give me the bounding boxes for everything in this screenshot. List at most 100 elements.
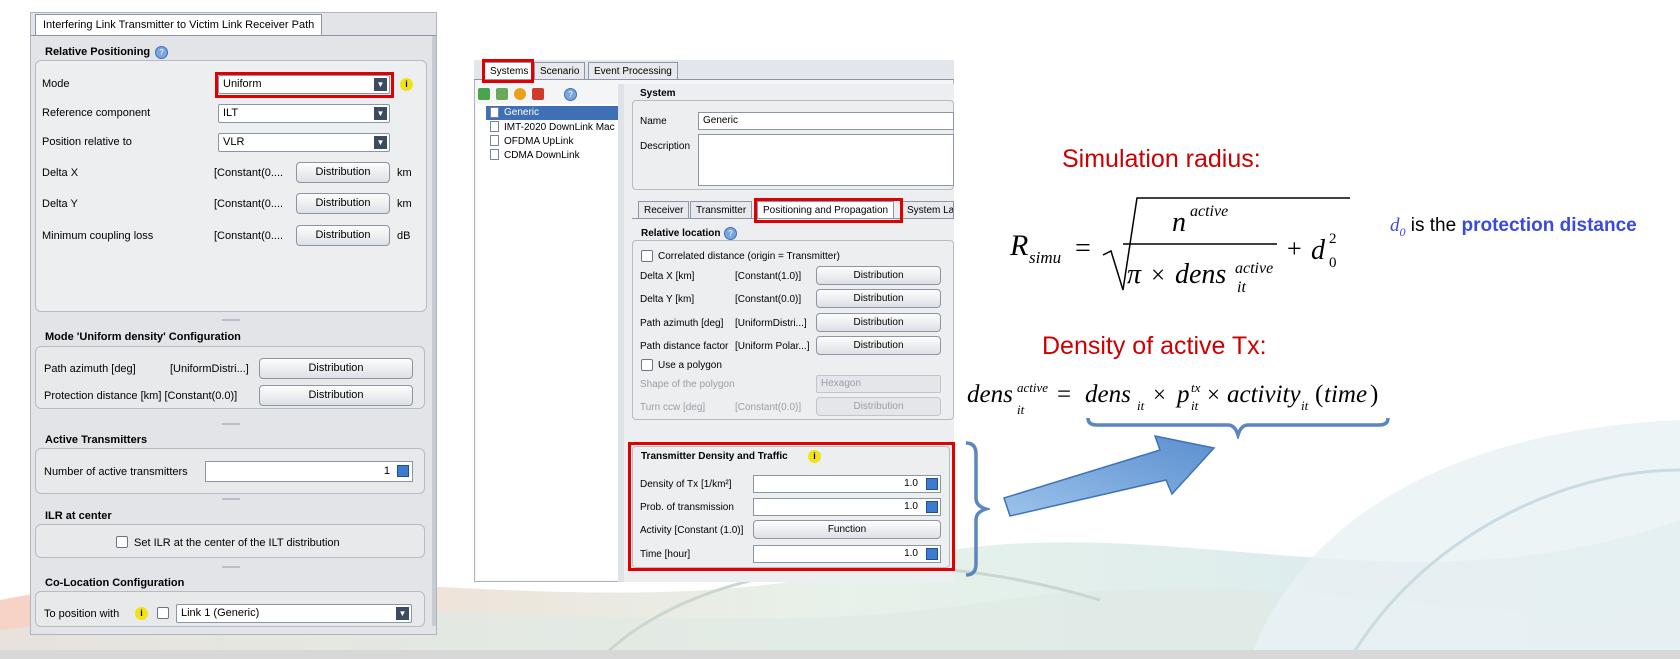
link-select[interactable]: Link 1 (Generic) ▼ — [176, 604, 412, 623]
arrow-icon — [1003, 435, 1216, 517]
tab-scenario[interactable]: Scenario — [534, 62, 586, 80]
tab-transmitter[interactable]: Transmitter — [690, 201, 753, 219]
correlated-distance-checkbox[interactable] — [641, 250, 653, 262]
path-distance-value: [Uniform Polar...] — [735, 341, 810, 352]
shape-polygon-select[interactable]: Hexagon — [816, 375, 941, 393]
tree-item[interactable]: IMT-2020 DownLink Mac — [504, 122, 615, 133]
svg-text:it: it — [1017, 402, 1025, 417]
ilr-at-center-title: ILR at center — [45, 510, 112, 522]
d0-text: is the — [1405, 215, 1462, 236]
delta-y-distribution-button[interactable]: Distribution — [816, 289, 941, 308]
protection-distance-label: Protection distance [km] [Constant(0.0)] — [44, 390, 238, 402]
delta-x-distribution-button[interactable]: Distribution — [816, 266, 941, 285]
splitter[interactable] — [222, 319, 240, 321]
d0-symbol: d0 — [1390, 215, 1406, 239]
add-system-icon[interactable] — [478, 88, 490, 100]
scrollbar[interactable] — [432, 36, 436, 626]
splitter[interactable] — [222, 498, 240, 500]
position-relative-select[interactable]: VLR ▼ — [218, 133, 390, 152]
help-icon[interactable]: ? — [724, 227, 737, 240]
to-position-checkbox[interactable] — [157, 607, 169, 619]
svg-text:it: it — [1137, 398, 1145, 413]
reference-component-select[interactable]: ILT ▼ — [218, 104, 390, 123]
name-input[interactable]: Generic — [698, 112, 954, 130]
help-icon[interactable]: ? — [564, 88, 577, 101]
svg-text:×: × — [1153, 382, 1166, 407]
tab-ilt-vlr-path[interactable]: Interfering Link Transmitter to Victim L… — [35, 14, 323, 36]
delta-x-value: [Constant(0.... — [214, 167, 284, 179]
delta-x-value: [Constant(1.0)] — [735, 271, 802, 282]
ilr-center-checkbox[interactable] — [116, 536, 128, 548]
chevron-down-icon: ▼ — [396, 607, 409, 620]
reference-component-label: Reference component — [42, 107, 151, 119]
d0-bold: protection distance — [1461, 215, 1637, 236]
svg-text:2: 2 — [1329, 231, 1337, 247]
description-label: Description — [640, 141, 691, 152]
svg-text:active: active — [1190, 203, 1228, 220]
to-position-with-label: To position with — [44, 608, 120, 620]
svg-text:it: it — [1301, 398, 1309, 413]
tab-event-processing[interactable]: Event Processing — [588, 62, 678, 80]
svg-text:d: d — [1311, 235, 1326, 266]
svg-text:R: R — [1009, 229, 1028, 262]
svg-text:tx: tx — [1191, 380, 1201, 395]
tab-receiver[interactable]: Receiver — [638, 201, 690, 219]
co-location-title: Co-Location Configuration — [45, 577, 185, 589]
ilr-center-label: Set ILR at the center of the ILT distrib… — [134, 537, 340, 549]
delete-icon[interactable] — [532, 88, 544, 100]
tree-item[interactable]: CDMA DownLink — [504, 150, 580, 161]
svg-text:p: p — [1175, 381, 1190, 408]
path-azimuth-distribution-button[interactable]: Distribution — [816, 313, 941, 332]
active-transmitters-title: Active Transmitters — [45, 434, 148, 446]
splitter[interactable] — [222, 423, 240, 425]
path-azimuth-value: [UniformDistri...] — [170, 363, 249, 375]
info-icon[interactable]: i — [400, 78, 413, 91]
svg-text:+: + — [1287, 234, 1302, 263]
svg-text:dens: dens — [1085, 381, 1131, 408]
svg-text:=: = — [1057, 381, 1071, 408]
svg-text:active: active — [1235, 260, 1273, 277]
path-distance-distribution-button[interactable]: Distribution — [816, 336, 941, 355]
svg-text:0: 0 — [1329, 255, 1337, 271]
min-coupling-loss-value: [Constant(0.... — [214, 230, 284, 242]
delta-x-distribution-button[interactable]: Distribution — [296, 162, 390, 183]
svg-text:time: time — [1324, 381, 1367, 408]
delta-y-distribution-button[interactable]: Distribution — [296, 193, 390, 214]
positioning-tab-highlight — [754, 198, 903, 223]
density-formula: dens active it = dens it × p tx it × act… — [967, 380, 1378, 417]
tree-item[interactable]: Generic — [504, 107, 539, 118]
shape-polygon-value: Hexagon — [821, 378, 862, 389]
mode-config-title: Mode 'Uniform density' Configuration — [45, 331, 241, 343]
svg-text:active: active — [1017, 380, 1048, 395]
svg-text:activity: activity — [1227, 381, 1301, 408]
shape-polygon-label: Shape of the polygon — [640, 379, 735, 390]
info-icon[interactable]: i — [135, 607, 148, 620]
turn-ccw-distribution-button[interactable]: Distribution — [816, 397, 941, 416]
help-icon[interactable]: ? — [155, 46, 168, 59]
delta-x-label: Delta X — [42, 167, 79, 179]
min-coupling-loss-label: Minimum coupling loss — [42, 230, 154, 242]
import-icon[interactable] — [514, 88, 526, 100]
tab-system-layout[interactable]: System La — [901, 201, 954, 219]
protection-distance-distribution-button[interactable]: Distribution — [259, 385, 413, 406]
min-coupling-loss-distribution-button[interactable]: Distribution — [296, 225, 390, 246]
splitter[interactable] — [222, 566, 240, 568]
svg-text:dens: dens — [967, 381, 1013, 408]
svg-text:): ) — [1370, 381, 1378, 408]
min-coupling-loss-unit: dB — [397, 230, 411, 242]
description-textarea[interactable] — [698, 134, 954, 186]
simulation-radius-formula: R simu = n active π × dens active it + d… — [1009, 197, 1350, 295]
delta-x-label: Delta X [km] — [640, 271, 695, 282]
duplicate-icon[interactable] — [496, 88, 508, 100]
document-icon — [490, 135, 499, 146]
active-transmitters-input[interactable]: 1 — [205, 461, 413, 482]
position-relative-label: Position relative to — [42, 136, 132, 148]
path-azimuth-distribution-button[interactable]: Distribution — [259, 358, 413, 379]
calculator-icon[interactable] — [397, 465, 409, 477]
tree-item[interactable]: OFDMA UpLink — [504, 136, 573, 147]
mode-label: Mode — [42, 78, 70, 90]
delta-y-label: Delta Y [km] — [640, 294, 695, 305]
use-polygon-checkbox[interactable] — [641, 359, 653, 371]
svg-text:n: n — [1172, 207, 1186, 238]
mode-highlight — [215, 72, 394, 98]
